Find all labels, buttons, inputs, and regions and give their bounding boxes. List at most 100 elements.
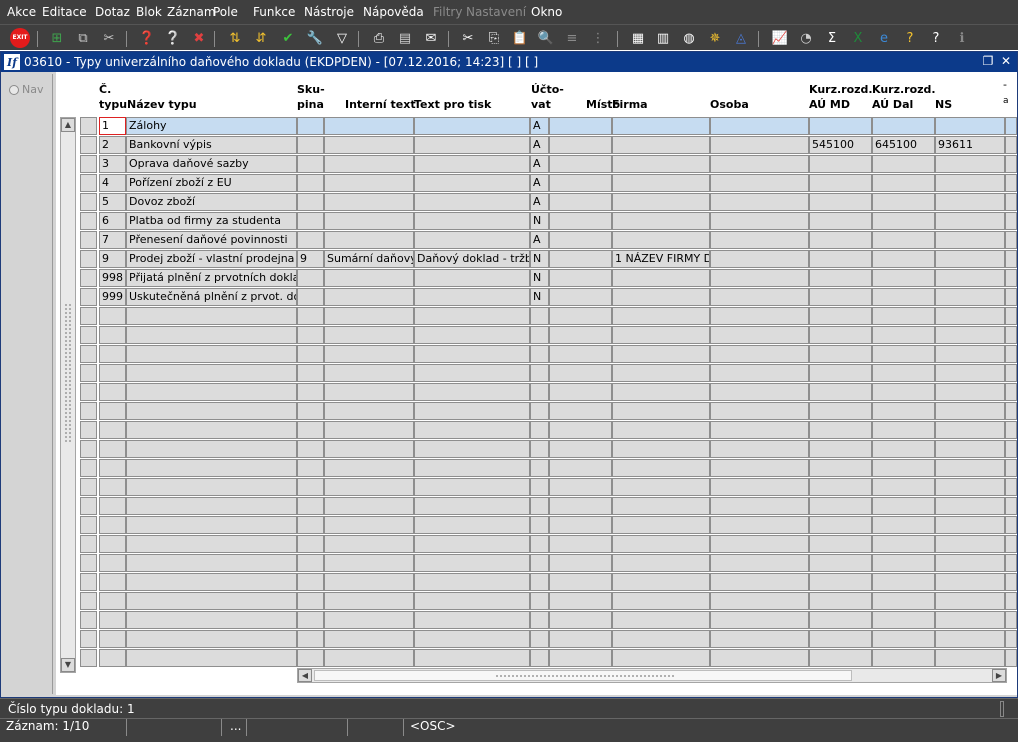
cell-kurzdal[interactable]: 645100 xyxy=(872,136,935,154)
cell-ns[interactable] xyxy=(935,250,1005,268)
cell-misto[interactable] xyxy=(549,421,612,439)
cell-misto[interactable] xyxy=(549,250,612,268)
cell-firma[interactable] xyxy=(612,459,710,477)
excel-icon[interactable]: X xyxy=(848,28,868,48)
cell-kurzmd[interactable] xyxy=(809,193,872,211)
cell-cislo[interactable]: 998 xyxy=(99,269,126,287)
cell-interni[interactable] xyxy=(324,364,414,382)
row-selector[interactable] xyxy=(80,231,97,249)
cell-interni[interactable] xyxy=(324,440,414,458)
cell-kurzmd[interactable] xyxy=(809,421,872,439)
cell-uctovat[interactable]: N xyxy=(530,250,549,268)
cell-nazev[interactable] xyxy=(126,554,297,572)
row-selector[interactable] xyxy=(80,592,97,610)
cell-tisk[interactable] xyxy=(414,649,530,667)
cell-osoba[interactable] xyxy=(710,117,809,135)
cell-uctovat[interactable]: N xyxy=(530,212,549,230)
cell-misto[interactable] xyxy=(549,649,612,667)
cell-interni[interactable] xyxy=(324,497,414,515)
cell-skupina[interactable] xyxy=(297,421,324,439)
cell-firma[interactable] xyxy=(612,136,710,154)
cell-extra[interactable] xyxy=(1005,497,1017,515)
row-selector[interactable] xyxy=(80,611,97,629)
cell-osoba[interactable] xyxy=(710,288,809,306)
cell-firma[interactable] xyxy=(612,383,710,401)
cell-extra[interactable] xyxy=(1005,592,1017,610)
cell-tisk[interactable] xyxy=(414,364,530,382)
cell-tisk[interactable]: Daňový doklad - tržba xyxy=(414,250,530,268)
cell-firma[interactable] xyxy=(612,611,710,629)
cell-osoba[interactable] xyxy=(710,497,809,515)
cell-skupina[interactable] xyxy=(297,155,324,173)
cell-extra[interactable] xyxy=(1005,212,1017,230)
cell-kurzdal[interactable] xyxy=(872,345,935,363)
cell-nazev[interactable]: Dovoz zboží xyxy=(126,193,297,211)
cell-skupina[interactable] xyxy=(297,535,324,553)
cell-misto[interactable] xyxy=(549,630,612,648)
cell-nazev[interactable] xyxy=(126,440,297,458)
cell-firma[interactable]: 1 NÁZEV FIRMY DE xyxy=(612,250,710,268)
cell-ns[interactable] xyxy=(935,345,1005,363)
cell-firma[interactable] xyxy=(612,307,710,325)
row-selector[interactable] xyxy=(80,497,97,515)
cell-ns[interactable] xyxy=(935,573,1005,591)
cell-skupina[interactable] xyxy=(297,440,324,458)
cell-kurzdal[interactable] xyxy=(872,421,935,439)
cell-nazev[interactable]: Zálohy xyxy=(126,117,297,135)
cell-cislo[interactable]: 999 xyxy=(99,288,126,306)
cell-osoba[interactable] xyxy=(710,212,809,230)
info-icon[interactable]: ℹ xyxy=(952,28,972,48)
cell-kurzmd[interactable] xyxy=(809,459,872,477)
cell-uctovat[interactable] xyxy=(530,554,549,572)
cell-interni[interactable] xyxy=(324,611,414,629)
cell-kurzmd[interactable] xyxy=(809,231,872,249)
cell-extra[interactable] xyxy=(1005,611,1017,629)
cell-nazev[interactable] xyxy=(126,383,297,401)
cell-ns[interactable] xyxy=(935,535,1005,553)
cell-nazev[interactable]: Platba od firmy za studenta xyxy=(126,212,297,230)
cell-extra[interactable] xyxy=(1005,573,1017,591)
cell-interni[interactable] xyxy=(324,193,414,211)
cell-ns[interactable] xyxy=(935,212,1005,230)
cell-cislo[interactable]: 1 xyxy=(99,117,126,135)
cell-nazev[interactable] xyxy=(126,592,297,610)
mail-icon[interactable]: ✉ xyxy=(421,28,441,48)
cell-interni[interactable] xyxy=(324,573,414,591)
row-selector[interactable] xyxy=(80,136,97,154)
cell-nazev[interactable] xyxy=(126,326,297,344)
cell-misto[interactable] xyxy=(549,459,612,477)
cell-uctovat[interactable]: A xyxy=(530,117,549,135)
cell-kurzdal[interactable] xyxy=(872,478,935,496)
cell-firma[interactable] xyxy=(612,288,710,306)
cell-interni[interactable] xyxy=(324,136,414,154)
row-selector[interactable] xyxy=(80,459,97,477)
cell-cislo[interactable] xyxy=(99,345,126,363)
cell-kurzmd[interactable] xyxy=(809,478,872,496)
cell-misto[interactable] xyxy=(549,383,612,401)
cell-kurzdal[interactable] xyxy=(872,402,935,420)
row-selector[interactable] xyxy=(80,345,97,363)
cell-nazev[interactable] xyxy=(126,307,297,325)
row-selector[interactable] xyxy=(80,288,97,306)
cell-skupina[interactable] xyxy=(297,136,324,154)
cell-kurzdal[interactable] xyxy=(872,364,935,382)
cell-cislo[interactable] xyxy=(99,402,126,420)
row-selector[interactable] xyxy=(80,326,97,344)
cell-kurzmd[interactable] xyxy=(809,326,872,344)
cell-tisk[interactable] xyxy=(414,630,530,648)
cell-cislo[interactable]: 7 xyxy=(99,231,126,249)
row-selector[interactable] xyxy=(80,174,97,192)
cell-extra[interactable] xyxy=(1005,345,1017,363)
cell-osoba[interactable] xyxy=(710,611,809,629)
web-icon[interactable]: e xyxy=(874,28,894,48)
cell-tisk[interactable] xyxy=(414,402,530,420)
cell-interni[interactable] xyxy=(324,269,414,287)
cell-extra[interactable] xyxy=(1005,136,1017,154)
cell-tisk[interactable] xyxy=(414,212,530,230)
cell-osoba[interactable] xyxy=(710,535,809,553)
cell-nazev[interactable] xyxy=(126,611,297,629)
cell-extra[interactable] xyxy=(1005,535,1017,553)
cell-kurzmd[interactable] xyxy=(809,250,872,268)
cell-kurzdal[interactable] xyxy=(872,326,935,344)
chart-icon[interactable]: 📈 xyxy=(770,28,790,48)
